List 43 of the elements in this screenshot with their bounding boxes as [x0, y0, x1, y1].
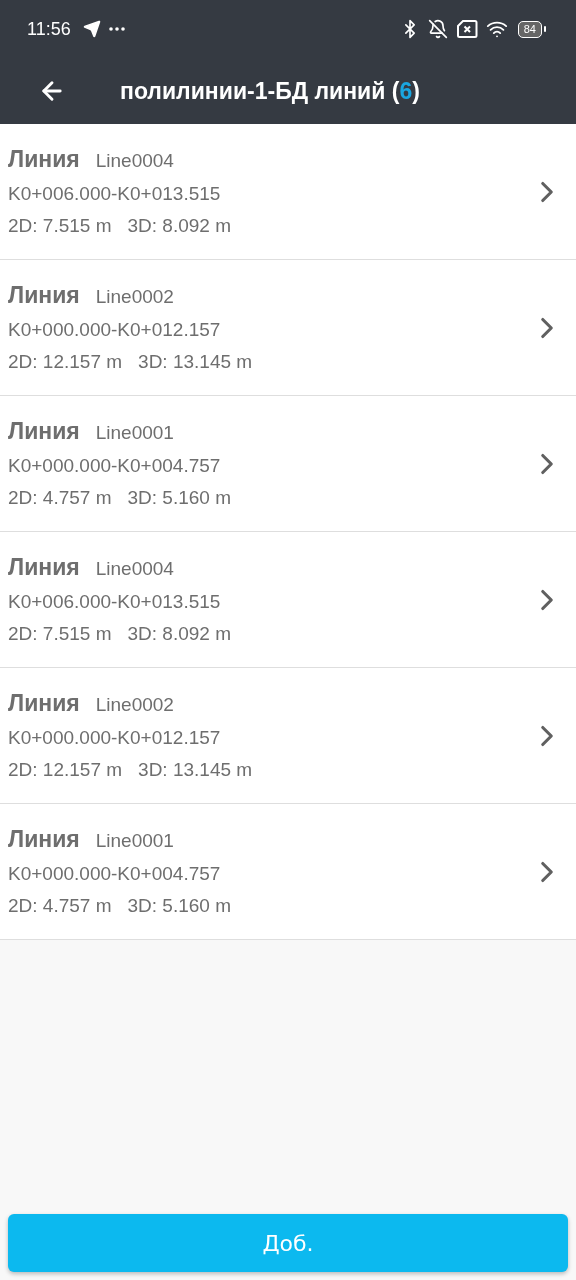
length-3d: 3D: 13.145 m: [138, 759, 253, 781]
length-2d: 2D: 4.757 m: [8, 895, 112, 917]
station-range: K0+000.000-K0+004.757: [8, 863, 222, 885]
length-3d: 3D: 8.092 m: [127, 215, 231, 237]
paper-plane-icon: [82, 20, 101, 38]
line-name: Line0004: [95, 150, 174, 172]
station-range: K0+000.000-K0+012.157: [8, 319, 222, 341]
length-3d: 3D: 8.092 m: [127, 623, 231, 645]
length-2d: 2D: 7.515 m: [8, 215, 112, 237]
line-list-item[interactable]: Линия Line0001 K0+000.000-K0+004.757 2D: 4.757 m 3D: 5.160 m: [0, 804, 576, 940]
length-2d: 2D: 12.157 m: [8, 351, 123, 373]
line-type: Линия: [8, 146, 80, 173]
line-type: Линия: [8, 282, 80, 309]
station-range: K0+000.000-K0+004.757: [8, 455, 222, 477]
line-list-item[interactable]: Линия Line0004 K0+006.000-K0+013.515 2D: 7.515 m 3D: 8.092 m: [0, 124, 576, 260]
length-2d: 2D: 7.515 m: [8, 623, 112, 645]
battery-level: 84: [517, 20, 542, 38]
line-type: Линия: [8, 418, 80, 445]
length-3d: 3D: 13.145 m: [138, 351, 253, 373]
length-2d: 2D: 4.757 m: [8, 487, 112, 509]
sim-card-icon: [455, 19, 478, 39]
line-list-item[interactable]: Линия Line0001 K0+000.000-K0+004.757 2D: 4.757 m 3D: 5.160 m: [0, 396, 576, 532]
line-type: Линия: [8, 826, 80, 853]
station-range: K0+006.000-K0+013.515: [8, 183, 222, 205]
line-list-item[interactable]: Линия Line0002 K0+000.000-K0+012.157 2D: 12.157 m 3D: 13.145 m: [0, 668, 576, 804]
line-name: Line0004: [95, 558, 174, 580]
more-icon: [108, 27, 125, 31]
length-3d: 3D: 5.160 m: [127, 895, 231, 917]
length-3d: 3D: 5.160 m: [127, 487, 231, 509]
station-range: K0+006.000-K0+013.515: [8, 591, 222, 613]
line-list-item[interactable]: Линия Line0004 K0+006.000-K0+013.515 2D: 7.515 m 3D: 8.092 m: [0, 532, 576, 668]
status-time: 11:56: [27, 18, 71, 40]
line-type: Линия: [8, 554, 80, 581]
line-type: Линия: [8, 690, 80, 717]
line-name: Line0002: [95, 286, 174, 308]
line-name: Line0001: [95, 830, 174, 852]
muted-bell-icon: [427, 19, 448, 39]
length-2d: 2D: 12.157 m: [8, 759, 123, 781]
line-list-item[interactable]: Линия Line0002 K0+000.000-K0+012.157 2D: 12.157 m 3D: 13.145 m: [0, 260, 576, 396]
line-name: Line0002: [95, 694, 174, 716]
station-range: K0+000.000-K0+012.157: [8, 727, 222, 749]
screen-title: полилинии-1-БД линий (6): [120, 77, 420, 105]
line-name: Line0001: [95, 422, 174, 444]
